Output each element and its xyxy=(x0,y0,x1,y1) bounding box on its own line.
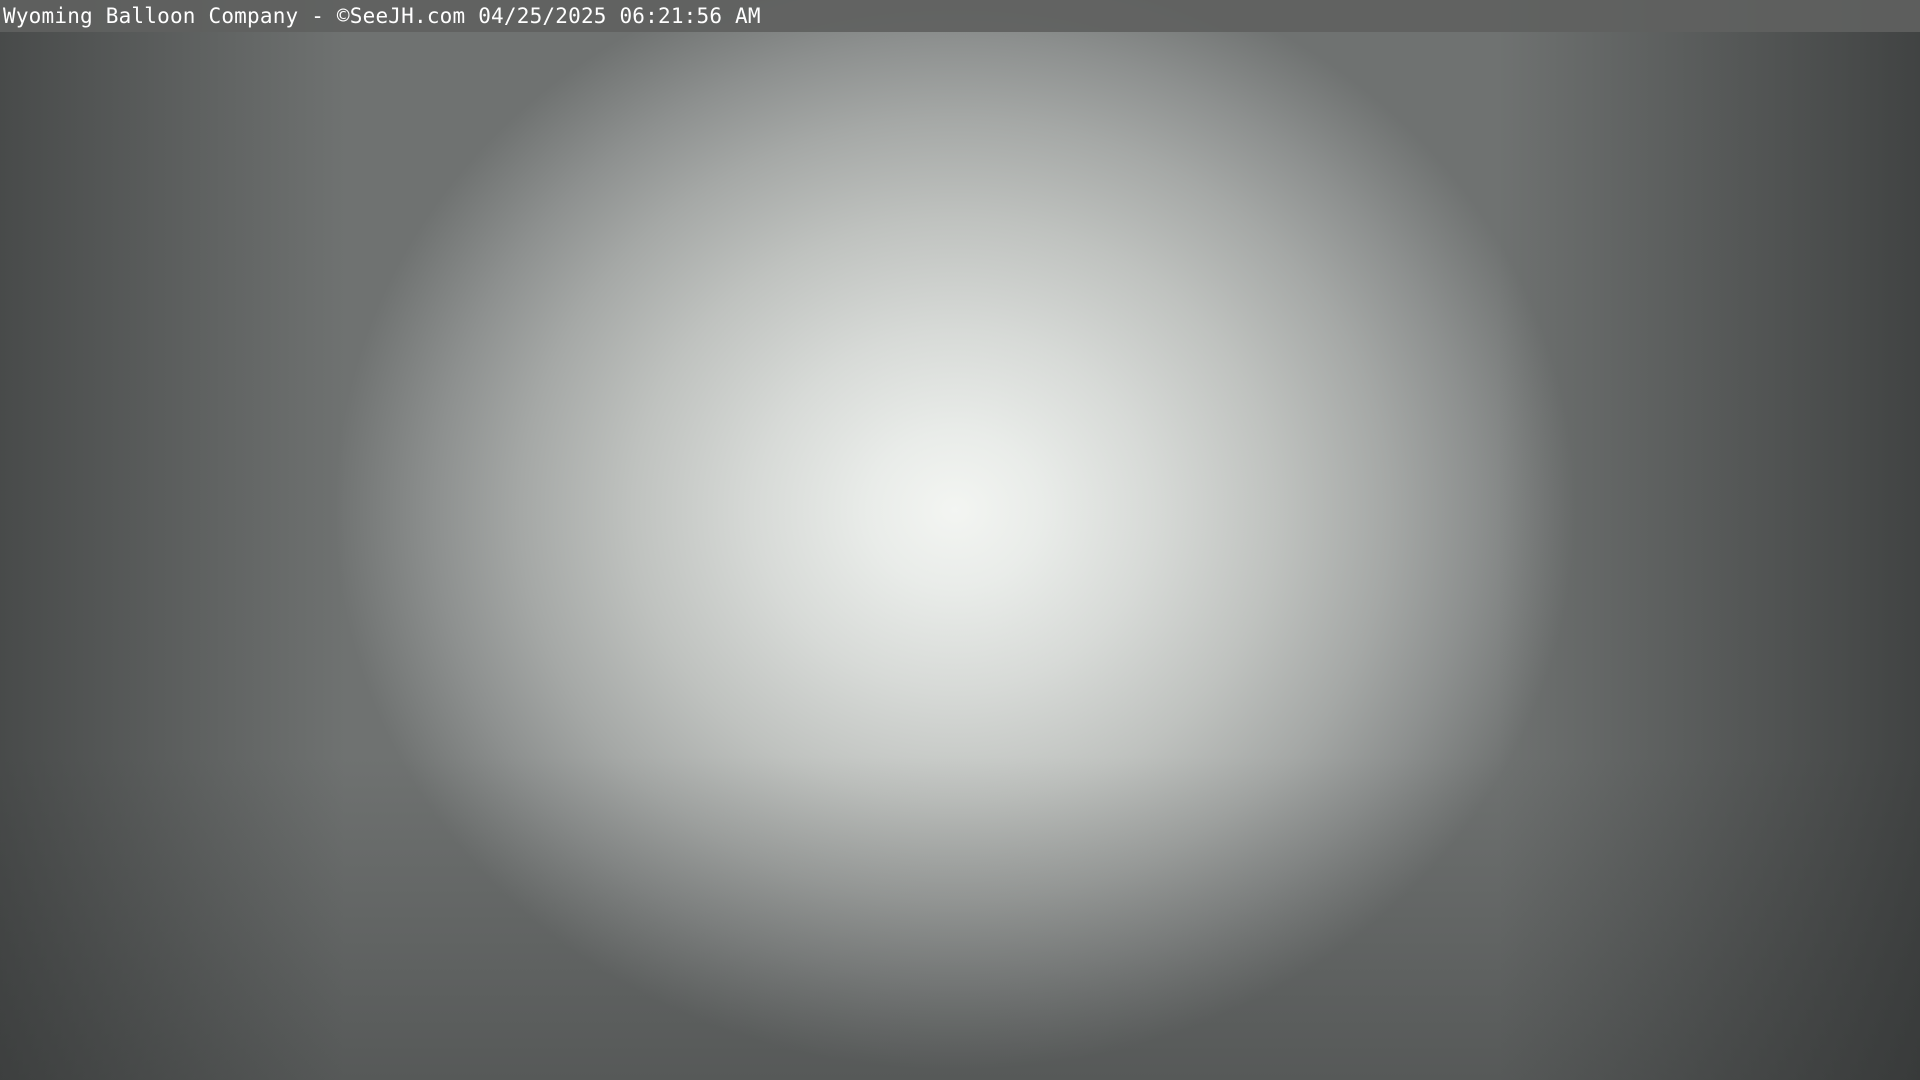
webcam-frame: Wyoming Balloon Company - ©SeeJH.com 04/… xyxy=(0,0,1920,1080)
caption-text: Wyoming Balloon Company - ©SeeJH.com 04/… xyxy=(3,4,761,28)
caption-banner: Wyoming Balloon Company - ©SeeJH.com 04/… xyxy=(0,0,1920,32)
lens-vignette xyxy=(0,0,1920,1080)
